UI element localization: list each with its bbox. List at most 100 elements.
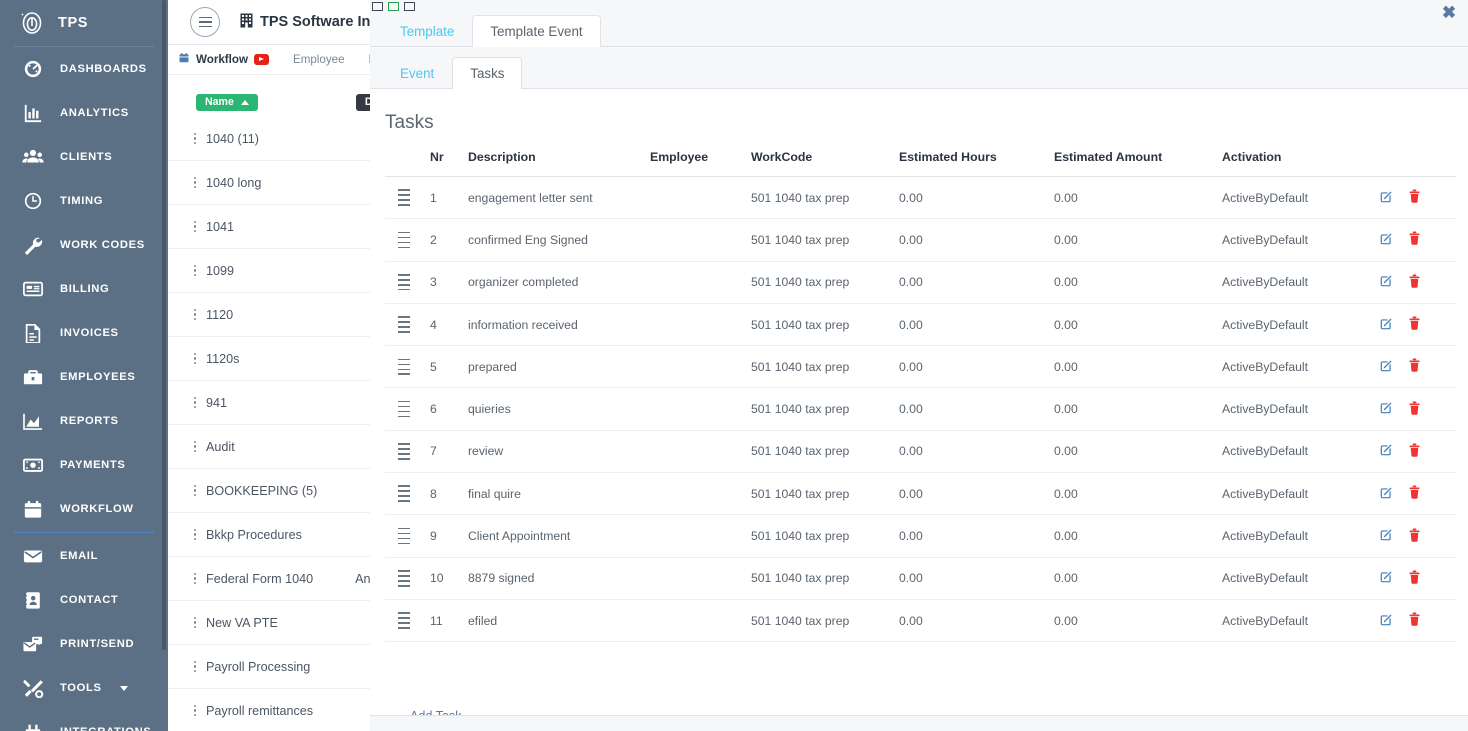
sidebar-item-clients[interactable]: CLIENTS	[0, 135, 168, 179]
drag-handle-icon[interactable]	[398, 484, 410, 504]
window-restore-icon[interactable]	[372, 2, 383, 11]
row-menu-icon[interactable]	[188, 660, 202, 674]
sidebar-item-employees[interactable]: EMPLOYEES	[0, 355, 168, 399]
drag-handle-icon[interactable]	[398, 272, 410, 292]
edit-icon[interactable]	[1380, 232, 1393, 248]
drag-handle-icon[interactable]	[398, 357, 410, 377]
window-maximize-icon[interactable]	[388, 2, 399, 11]
sort-chip-name[interactable]: Name	[196, 93, 258, 111]
row-menu-icon[interactable]	[188, 132, 202, 146]
row-menu-icon[interactable]	[188, 528, 202, 542]
edit-icon[interactable]	[1380, 613, 1393, 629]
trash-icon[interactable]	[1409, 612, 1420, 629]
row-menu-icon[interactable]	[188, 264, 202, 278]
drag-handle-icon[interactable]	[398, 188, 410, 208]
sidebar-item-invoices[interactable]: INVOICES	[0, 311, 168, 355]
edit-icon[interactable]	[1380, 486, 1393, 502]
sidebar-item-print-send[interactable]: PRINT/SEND	[0, 622, 168, 666]
table-row[interactable]: 7 review 501 1040 tax prep 0.00 0.00 ActiveBy…	[385, 431, 1456, 474]
trash-icon[interactable]	[1409, 189, 1420, 206]
table-row[interactable]: 3 organizer completed 501 1040 tax prep 0.0…	[385, 262, 1456, 304]
trash-icon[interactable]	[1409, 570, 1420, 587]
trash-icon[interactable]	[1409, 316, 1420, 333]
table-row[interactable]: 1 engagement letter sent 501 1040 tax prep…	[385, 177, 1456, 220]
sidebar-item-payments[interactable]: PAYMENTS	[0, 443, 168, 487]
tab-template-event[interactable]: Template Event	[472, 15, 601, 47]
trash-icon[interactable]	[1409, 274, 1420, 291]
row-menu-icon[interactable]	[188, 616, 202, 630]
sidebar-item-reports[interactable]: REPORTS	[0, 399, 168, 443]
sidebar-item-dashboards[interactable]: DASHBOARDS	[0, 47, 168, 91]
row-menu-icon[interactable]	[188, 484, 202, 498]
drag-handle-icon[interactable]	[398, 568, 410, 588]
row-menu-icon[interactable]	[188, 396, 202, 410]
edit-icon[interactable]	[1380, 443, 1393, 459]
sidebar-item-label: WORKFLOW	[60, 503, 134, 515]
drag-handle-icon[interactable]	[398, 230, 410, 250]
row-menu-icon[interactable]	[188, 572, 202, 586]
hamburger-icon[interactable]	[190, 7, 220, 37]
table-row[interactable]: 10 8879 signed 501 1040 tax prep 0.00 0.00 Ac…	[385, 558, 1456, 600]
sidebar-item-label: PAYMENTS	[60, 459, 126, 471]
td-actions	[1374, 231, 1456, 248]
brand-logo[interactable]: TPS	[0, 0, 168, 46]
td-nr: 5	[430, 359, 437, 374]
drag-handle-icon[interactable]	[398, 526, 410, 546]
sidebar-item-analytics[interactable]: ANALYTICS	[0, 91, 168, 135]
tab-template[interactable]: Template	[382, 15, 472, 46]
table-row[interactable]: 6 quieries 501 1040 tax prep 0.00 0.00 Active…	[385, 388, 1456, 431]
list-item-name: Bkkp Procedures	[206, 527, 302, 542]
edit-icon[interactable]	[1380, 317, 1393, 333]
row-menu-icon[interactable]	[188, 220, 202, 234]
sidebar-item-integrations[interactable]: INTEGRATIONS	[0, 710, 168, 731]
sidebar-item-billing[interactable]: BILLING	[0, 267, 168, 311]
row-menu-icon[interactable]	[188, 704, 202, 718]
trash-icon[interactable]	[1409, 485, 1420, 502]
trash-icon[interactable]	[1409, 528, 1420, 545]
sidebar-item-workflow[interactable]: WORKFLOW	[0, 487, 168, 531]
table-row[interactable]: 5 prepared 501 1040 tax prep 0.00 0.00 Active…	[385, 346, 1456, 389]
tab-tasks[interactable]: Tasks	[452, 57, 523, 89]
td-handle	[385, 611, 430, 631]
sidebar-scrollbar[interactable]	[162, 0, 166, 650]
edit-icon[interactable]	[1380, 359, 1393, 375]
edit-icon[interactable]	[1380, 528, 1393, 544]
row-menu-icon[interactable]	[188, 308, 202, 322]
row-menu-icon[interactable]	[188, 440, 202, 454]
tab-event[interactable]: Event	[382, 57, 452, 88]
drag-handle-icon[interactable]	[398, 611, 410, 631]
trash-icon[interactable]	[1409, 401, 1420, 418]
row-menu-icon[interactable]	[188, 352, 202, 366]
edit-icon[interactable]	[1380, 274, 1393, 290]
gauge-icon	[18, 56, 48, 82]
trash-icon[interactable]	[1409, 358, 1420, 375]
td-description: 8879 signed	[468, 571, 535, 586]
sidebar-item-timing[interactable]: TIMING	[0, 179, 168, 223]
table-row[interactable]: 9 Client Appointment 501 1040 tax prep 0.00…	[385, 515, 1456, 558]
edit-icon[interactable]	[1380, 570, 1393, 586]
edit-icon[interactable]	[1380, 190, 1393, 206]
sidebar-item-email[interactable]: EMAIL	[0, 534, 168, 578]
sidebar-item-work-codes[interactable]: WORK CODES	[0, 223, 168, 267]
edit-icon[interactable]	[1380, 401, 1393, 417]
drag-handle-icon[interactable]	[398, 315, 410, 335]
sidebar-item-contact[interactable]: CONTACT	[0, 578, 168, 622]
subnav-item-employee[interactable]: Employee	[293, 53, 345, 66]
trash-icon[interactable]	[1409, 231, 1420, 248]
table-row[interactable]: 11 efiled 501 1040 tax prep 0.00 0.00 ActiveB…	[385, 600, 1456, 643]
chevron-down-icon[interactable]	[120, 686, 128, 691]
drag-handle-icon[interactable]	[398, 441, 410, 461]
table-row[interactable]: 2 confirmed Eng Signed 501 1040 tax prep 0.…	[385, 219, 1456, 262]
table-row[interactable]: 8 final quire 501 1040 tax prep 0.00 0.00 Act…	[385, 473, 1456, 516]
td-activation: ActiveByDefault	[1222, 402, 1309, 417]
trash-icon[interactable]	[1409, 443, 1420, 460]
close-icon[interactable]: ✖	[1438, 2, 1460, 24]
sidebar-item-tools[interactable]: TOOLS	[0, 666, 168, 710]
row-menu-icon[interactable]	[188, 176, 202, 190]
subnav-item-workflow[interactable]: Workflow	[178, 52, 269, 67]
youtube-icon[interactable]	[253, 54, 269, 65]
table-row[interactable]: 4 information received 501 1040 tax prep 0.…	[385, 304, 1456, 347]
drag-handle-icon[interactable]	[398, 399, 410, 419]
window-minimize-icon[interactable]	[404, 2, 415, 11]
td-nr: 7	[430, 444, 437, 459]
